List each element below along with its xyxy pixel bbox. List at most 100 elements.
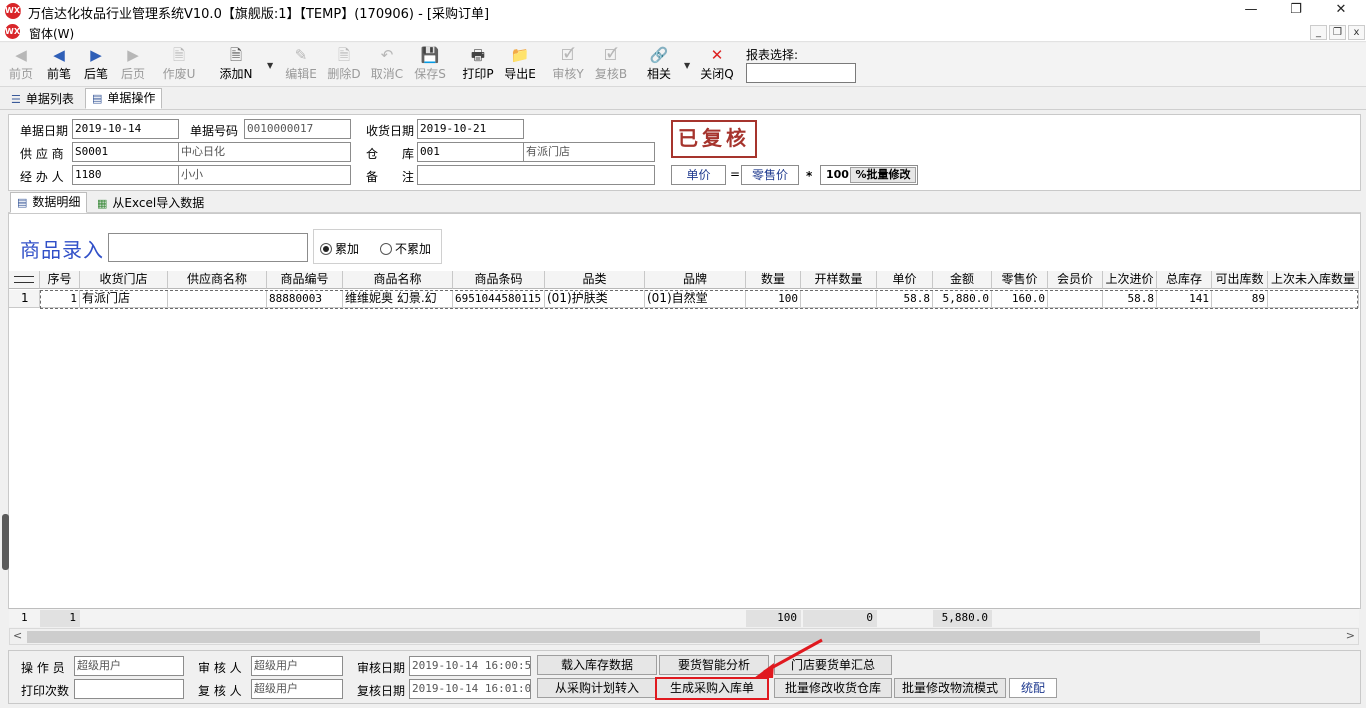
close-doc-button[interactable]: ✕ 关闭Q: [698, 45, 736, 85]
col-header-total-stock[interactable]: 总库存: [1157, 271, 1212, 289]
col-header-amount[interactable]: 金额: [933, 271, 992, 289]
cell-unit-price[interactable]: 58.8: [877, 290, 933, 308]
cell-category[interactable]: (01)护肤类: [545, 290, 645, 308]
col-header-product-code[interactable]: 商品编号: [267, 271, 343, 289]
supplier-label: 供 应 商: [20, 147, 64, 161]
supplier-code-field[interactable]: S0001: [72, 142, 179, 162]
price-field[interactable]: 单价: [671, 165, 726, 185]
col-header-barcode[interactable]: 商品条码: [453, 271, 545, 289]
report-select-input[interactable]: [746, 63, 856, 83]
first-page-button[interactable]: ◀ 前页: [6, 45, 36, 85]
void-button[interactable]: 🗎 作废U: [160, 45, 198, 85]
maximize-button[interactable]: ❐: [1273, 0, 1319, 22]
tab-data-detail[interactable]: ▤ 数据明细: [10, 192, 88, 213]
cancel-button[interactable]: ↶ 取消C: [368, 45, 406, 85]
radio-accumulate[interactable]: 累加: [320, 240, 359, 257]
cell-brand[interactable]: (01)自然堂: [645, 290, 746, 308]
col-header-sample-qty[interactable]: 开样数量: [801, 271, 877, 289]
edit-button[interactable]: ✎ 编辑E: [282, 45, 320, 85]
cell-barcode[interactable]: 6951044580115: [453, 290, 545, 308]
col-header-available[interactable]: 可出库数: [1212, 271, 1268, 289]
minimize-button[interactable]: —: [1228, 0, 1274, 22]
col-header-row-no[interactable]: 序号: [40, 271, 80, 289]
col-header-unit-price[interactable]: 单价: [877, 271, 933, 289]
mdi-minimize-button[interactable]: _: [1310, 25, 1327, 40]
tab-doc-list[interactable]: ☰ 单据列表: [4, 89, 81, 110]
scroll-right-icon[interactable]: >: [1346, 629, 1355, 642]
retail-price-field[interactable]: 零售价: [741, 165, 799, 185]
col-header-retail-price[interactable]: 零售价: [992, 271, 1048, 289]
review-button[interactable]: 🗹 复核B: [592, 45, 630, 85]
grid-row-selector-header[interactable]: [9, 271, 40, 289]
cell-amount[interactable]: 5,880.0: [933, 290, 992, 308]
remark-field[interactable]: [417, 165, 655, 185]
tab-import-excel[interactable]: ▦ 从Excel导入数据: [90, 193, 211, 214]
add-dropdown-arrow-icon[interactable]: ▼: [267, 61, 273, 70]
cell-store[interactable]: 有派门店: [80, 290, 168, 308]
detail-grid: 序号 收货门店 供应商名称 商品编号 商品名称 商品条码 品类 品牌 数量 开样…: [9, 271, 1359, 607]
tab-doc-operation[interactable]: ▤ 单据操作: [85, 88, 163, 109]
col-header-qty[interactable]: 数量: [746, 271, 801, 289]
handler-code-field[interactable]: 1180: [72, 165, 179, 185]
cell-retail-price[interactable]: 160.0: [992, 290, 1048, 308]
from-plan-button[interactable]: 从采购计划转入: [537, 678, 657, 698]
scroll-left-icon[interactable]: <: [13, 629, 22, 642]
col-header-supplier-name[interactable]: 供应商名称: [168, 271, 267, 289]
delete-button[interactable]: 🗎 删除D: [325, 45, 363, 85]
add-doc-icon: 🗎: [229, 46, 243, 64]
cell-member-price[interactable]: [1048, 290, 1103, 308]
cell-row-no[interactable]: 1: [40, 290, 80, 308]
doc-date-field[interactable]: 2019-10-14: [72, 119, 179, 139]
add-button[interactable]: 🗎 添加N: [216, 45, 256, 85]
cell-last-pending[interactable]: [1268, 290, 1359, 308]
horizontal-scroll-thumb[interactable]: [27, 631, 1260, 643]
mdi-restore-button[interactable]: ❐: [1329, 25, 1346, 40]
save-button[interactable]: 💾 保存S: [411, 45, 449, 85]
batch-modify-button[interactable]: %批量修改: [850, 167, 916, 183]
product-entry-input[interactable]: [108, 233, 308, 262]
cell-sample-qty[interactable]: [801, 290, 877, 308]
percent-value[interactable]: 100: [826, 168, 849, 181]
warehouse-code-field[interactable]: 001: [417, 142, 524, 162]
audit-check-icon: 🗹: [561, 46, 575, 64]
toolbar: ◀ 前页 ◀ 前笔 ▶ 后笔 ▶ 后页 🗎 作废U 🗎 添加N ▼ ✎ 编辑E 🗎 删除D ↶ 取…: [0, 43, 1366, 87]
cell-supplier-name[interactable]: [168, 290, 267, 308]
batch-logistics-button[interactable]: 批量修改物流模式: [894, 678, 1006, 698]
grid-footer-totals: 1 1 100 0 5,880.0: [9, 608, 1359, 627]
grid-row-selector[interactable]: 1: [9, 290, 40, 308]
export-folder-icon: 📁: [510, 46, 530, 64]
next-record-button[interactable]: ▶ 后笔: [80, 45, 112, 85]
splitter-grip[interactable]: [2, 514, 9, 570]
col-header-category[interactable]: 品类: [545, 271, 645, 289]
cell-last-cost[interactable]: 58.8: [1103, 290, 1157, 308]
export-button[interactable]: 📁 导出E: [501, 45, 539, 85]
radio-unchecked-icon: [380, 243, 392, 255]
col-header-store[interactable]: 收货门店: [80, 271, 168, 289]
audit-button[interactable]: 🗹 审核Y: [549, 45, 587, 85]
cell-available[interactable]: 89: [1212, 290, 1268, 308]
menu-window[interactable]: 窗体(W): [29, 25, 74, 42]
col-header-member-price[interactable]: 会员价: [1048, 271, 1103, 289]
entry-mode-group: 累加 不累加: [313, 229, 442, 264]
radio-no-accumulate[interactable]: 不累加: [380, 240, 431, 257]
close-window-button[interactable]: ✕: [1318, 0, 1364, 22]
related-button[interactable]: 🔗 相关: [642, 45, 676, 85]
cell-product-code[interactable]: 88880003: [267, 290, 343, 308]
dispatch-field[interactable]: 统配: [1009, 678, 1057, 698]
app-logo-icon: WXD: [5, 3, 27, 19]
related-dropdown-arrow-icon[interactable]: ▼: [684, 61, 690, 70]
load-stock-button[interactable]: 载入库存数据: [537, 655, 657, 675]
cell-total-stock[interactable]: 141: [1157, 290, 1212, 308]
cell-qty[interactable]: 100: [746, 290, 801, 308]
col-header-product-name[interactable]: 商品名称: [343, 271, 453, 289]
col-header-last-cost[interactable]: 上次进价: [1103, 271, 1157, 289]
prev-record-button[interactable]: ◀ 前笔: [43, 45, 75, 85]
doc-no-field[interactable]: 0010000017: [244, 119, 351, 139]
cell-product-name[interactable]: 维维妮奥 幻景.幻: [343, 290, 453, 308]
mdi-close-button[interactable]: x: [1348, 25, 1365, 40]
print-button[interactable]: 🖶 打印P: [459, 45, 497, 85]
recv-date-field[interactable]: 2019-10-21: [417, 119, 524, 139]
col-header-last-pending[interactable]: 上次未入库数量: [1268, 271, 1359, 289]
col-header-brand[interactable]: 品牌: [645, 271, 746, 289]
last-page-button[interactable]: ▶ 后页: [117, 45, 149, 85]
